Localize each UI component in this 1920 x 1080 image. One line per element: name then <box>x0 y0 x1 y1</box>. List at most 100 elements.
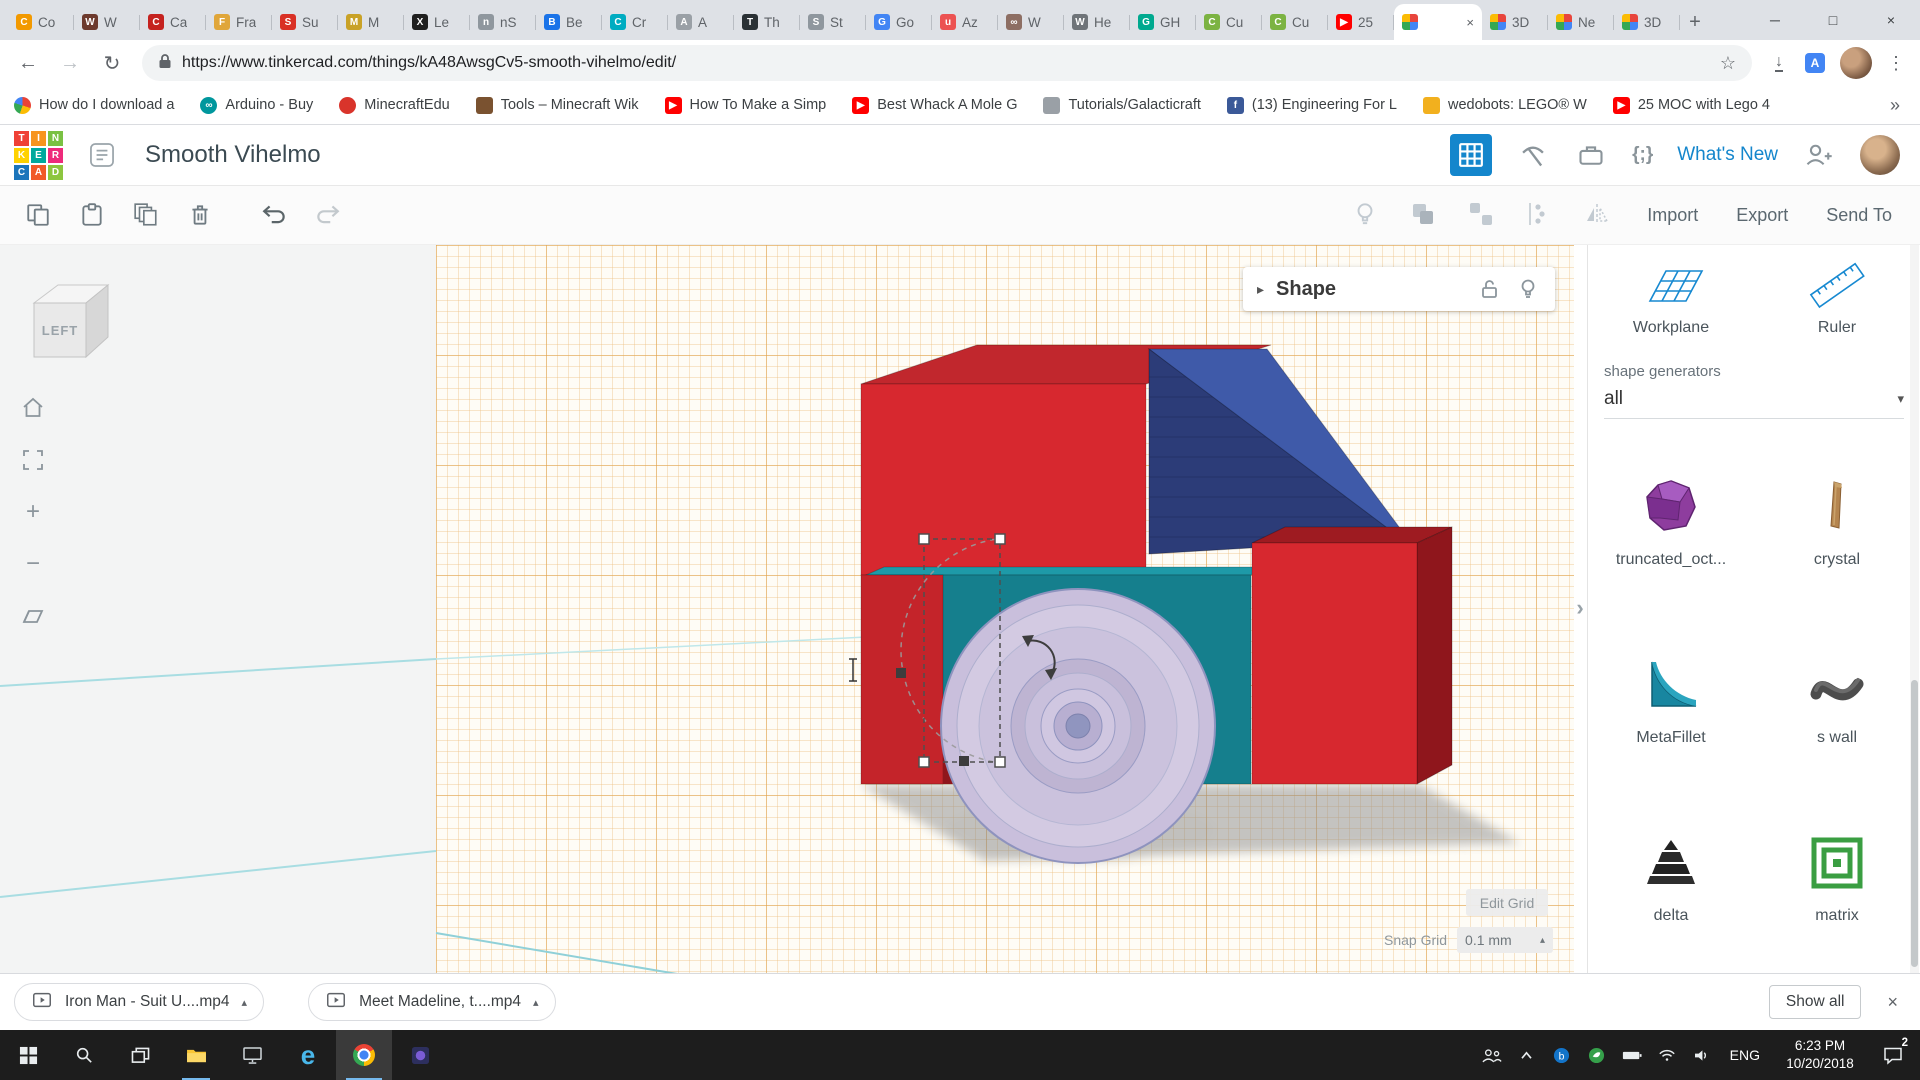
tab-a[interactable]: AA <box>668 4 734 40</box>
bookmarks-overflow-chevron[interactable]: » <box>1884 95 1906 116</box>
tab-be[interactable]: BBe <box>536 4 602 40</box>
bookmark-best-whack-a-mole-g[interactable]: ▶Best Whack A Mole G <box>852 97 1017 114</box>
tab-25[interactable]: ▶25 <box>1328 4 1394 40</box>
bookmark-how-to-make-a-simp[interactable]: ▶How To Make a Simp <box>665 97 827 114</box>
download-item[interactable]: Meet Madeline, t....mp4▴ <box>308 983 556 1021</box>
group-icon[interactable] <box>1409 200 1437 231</box>
bookmark-how-do-i-download-a[interactable]: How do I download a <box>14 97 174 114</box>
minecraft-pickaxe-icon[interactable] <box>1516 138 1550 172</box>
taskbar-clock[interactable]: 6:23 PM 10/20/2018 <box>1777 1037 1863 1073</box>
tab-cr[interactable]: CCr <box>602 4 668 40</box>
redo-icon[interactable] <box>312 201 342 230</box>
align-icon[interactable] <box>1525 200 1553 231</box>
unlock-icon[interactable] <box>1477 276 1503 302</box>
task-view-icon[interactable] <box>112 1030 168 1080</box>
show-all-lightbulb-icon[interactable] <box>1351 200 1379 231</box>
mirror-flip-icon[interactable] <box>1583 200 1611 231</box>
fit-view-icon[interactable] <box>18 445 48 475</box>
search-icon[interactable] <box>56 1030 112 1080</box>
tab-ca[interactable]: CCa <box>140 4 206 40</box>
bookmark-25-moc-with-lego-4[interactable]: ▶25 MOC with Lego 4 <box>1613 97 1770 114</box>
bookmark-tools-minecraft-wik[interactable]: Tools – Minecraft Wik <box>476 97 639 114</box>
close-downloads-icon[interactable]: × <box>1887 992 1898 1013</box>
address-bar[interactable]: https://www.tinkercad.com/things/kA48Aws… <box>142 45 1752 81</box>
url-text[interactable]: https://www.tinkercad.com/things/kA48Aws… <box>182 54 1710 72</box>
tab-cu[interactable]: CCu <box>1262 4 1328 40</box>
download-extension-icon[interactable]: ↓ <box>1764 48 1794 78</box>
tab-le[interactable]: XLe <box>404 4 470 40</box>
download-menu-caret-icon[interactable]: ▴ <box>533 996 539 1009</box>
workplane-tool[interactable]: Workplane <box>1588 261 1754 337</box>
3d-viewport[interactable] <box>436 245 1574 973</box>
expand-caret-icon[interactable]: ▸ <box>1257 281 1264 298</box>
tab-th[interactable]: TTh <box>734 4 800 40</box>
home-view-icon[interactable] <box>18 393 48 423</box>
tab-go[interactable]: GGo <box>866 4 932 40</box>
perspective-toggle-icon[interactable] <box>18 601 48 631</box>
window-minimize-button[interactable]: ─ <box>1746 0 1804 40</box>
download-item[interactable]: Iron Man - Suit U....mp4▴ <box>14 983 264 1021</box>
tab-ns[interactable]: nnS <box>470 4 536 40</box>
window-maximize-button[interactable]: □ <box>1804 0 1862 40</box>
tab-close-icon[interactable]: × <box>1466 15 1474 30</box>
back-button[interactable]: ← <box>10 45 46 81</box>
copy-icon[interactable] <box>18 195 58 235</box>
duplicate-icon[interactable] <box>126 195 166 235</box>
view-cube[interactable]: LEFT <box>24 277 116 374</box>
tab-3d[interactable]: 3D <box>1482 4 1548 40</box>
tab-su[interactable]: SSu <box>272 4 338 40</box>
volume-icon[interactable] <box>1691 1041 1713 1069</box>
bookmark-arduino-buy[interactable]: ∞Arduino - Buy <box>200 97 313 114</box>
zoom-in-icon[interactable]: + <box>18 497 48 527</box>
chrome-icon[interactable] <box>336 1030 392 1080</box>
tab-he[interactable]: WHe <box>1064 4 1130 40</box>
shape-truncated-oct[interactable]: truncated_oct... <box>1616 475 1726 569</box>
zoom-out-icon[interactable]: − <box>18 549 48 579</box>
tab-co[interactable]: CCo <box>8 4 74 40</box>
tab-3d[interactable]: 3D <box>1614 4 1680 40</box>
import-button[interactable]: Import <box>1647 205 1698 226</box>
edge-icon[interactable]: e <box>280 1030 336 1080</box>
tab-az[interactable]: uAz <box>932 4 998 40</box>
translate-extension-icon[interactable]: A <box>1800 48 1830 78</box>
window-close-button[interactable]: × <box>1862 0 1920 40</box>
tab-gh[interactable]: GGH <box>1130 4 1196 40</box>
file-explorer-icon[interactable] <box>168 1030 224 1080</box>
circuits-briefcase-icon[interactable] <box>1574 138 1608 172</box>
language-indicator[interactable]: ENG <box>1726 1047 1764 1063</box>
send-to-button[interactable]: Send To <box>1826 205 1892 226</box>
dashboard-grid-button[interactable] <box>1450 134 1492 176</box>
paint3d-app-icon[interactable] <box>392 1030 448 1080</box>
shape-delta[interactable]: delta <box>1639 831 1703 925</box>
bluetooth-tray-icon[interactable]: b <box>1551 1041 1573 1069</box>
show-all-downloads-button[interactable]: Show all <box>1769 985 1862 1019</box>
whats-new-link[interactable]: What's New <box>1677 144 1778 166</box>
tinkercad-logo[interactable]: TINKERCAD <box>14 131 63 180</box>
tab-w[interactable]: WW <box>74 4 140 40</box>
tab-w[interactable]: ∞W <box>998 4 1064 40</box>
scrollbar-thumb[interactable] <box>1911 680 1918 967</box>
tab-fra[interactable]: FFra <box>206 4 272 40</box>
tab-st[interactable]: SSt <box>800 4 866 40</box>
reload-button[interactable]: ↻ <box>94 45 130 81</box>
bookmark-star-icon[interactable]: ☆ <box>1720 53 1736 74</box>
shape-matrix[interactable]: matrix <box>1805 831 1869 925</box>
tab-m[interactable]: MM <box>338 4 404 40</box>
people-icon[interactable] <box>1481 1041 1503 1069</box>
user-avatar[interactable] <box>1860 135 1900 175</box>
ungroup-icon[interactable] <box>1467 200 1495 231</box>
bookmark-tutorials-galacticraft[interactable]: Tutorials/Galacticraft <box>1043 97 1200 114</box>
shape-crystal[interactable]: crystal <box>1805 475 1869 569</box>
codeblocks-icon[interactable]: {;} <box>1632 138 1653 172</box>
paste-icon[interactable] <box>72 195 112 235</box>
export-button[interactable]: Export <box>1736 205 1788 226</box>
start-icon[interactable] <box>0 1030 56 1080</box>
ruler-tool[interactable]: Ruler <box>1754 261 1920 337</box>
wifi-icon[interactable] <box>1656 1041 1678 1069</box>
shape-s-wall[interactable]: s wall <box>1805 653 1869 747</box>
new-tab-button[interactable]: + <box>1680 4 1710 40</box>
delete-icon[interactable] <box>180 195 220 235</box>
battery-saver-tray-icon[interactable] <box>1586 1041 1608 1069</box>
edit-grid-button[interactable]: Edit Grid <box>1466 889 1548 916</box>
bookmark-13-engineering-for-l[interactable]: f(13) Engineering For L <box>1227 97 1397 114</box>
